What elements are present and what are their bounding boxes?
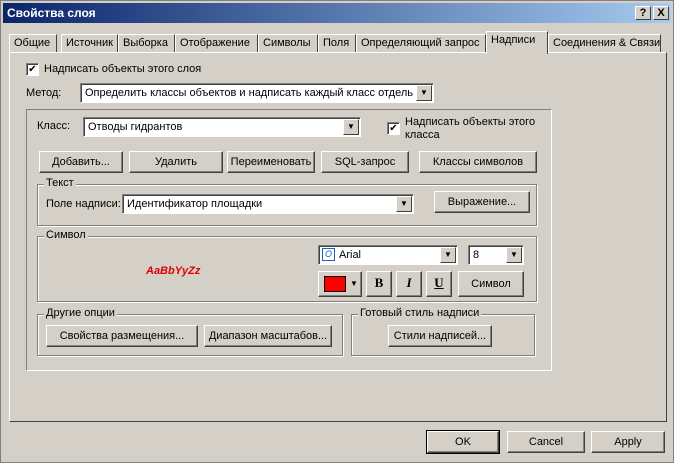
tab-definition-query[interactable]: Определяющий запрос xyxy=(356,34,486,53)
font-value: Arial xyxy=(339,249,362,261)
chevron-down-icon[interactable]: ▼ xyxy=(343,119,359,135)
add-class-button[interactable]: Добавить... xyxy=(39,151,123,173)
color-swatch xyxy=(324,276,346,292)
label-field-label: Поле надписи: xyxy=(46,198,121,210)
chevron-down-icon[interactable]: ▼ xyxy=(416,85,432,101)
text-group-legend: Текст xyxy=(44,177,76,189)
tab-source[interactable]: Источник xyxy=(61,34,118,53)
label-field-select[interactable]: Идентификатор площадки ▼ xyxy=(122,194,414,214)
label-class-label-line2: класса xyxy=(405,129,440,141)
symbol-group: Символ AaBbYyZz Arial O ▼ 8 ▼ ▼ B I U Си… xyxy=(37,229,537,302)
help-button[interactable]: ? xyxy=(635,6,651,20)
rename-class-button[interactable]: Переименовать xyxy=(227,151,315,173)
tab-selection[interactable]: Выборка xyxy=(118,34,175,53)
label-layer-checkbox[interactable]: ✔ xyxy=(26,63,39,76)
close-button[interactable]: X xyxy=(653,6,669,20)
italic-button[interactable]: I xyxy=(396,271,422,297)
font-size-value: 8 xyxy=(473,249,480,261)
truetype-font-icon: O xyxy=(322,248,335,261)
symbol-button[interactable]: Символ xyxy=(458,271,524,297)
color-picker-button[interactable]: ▼ xyxy=(318,271,362,297)
underline-button[interactable]: U xyxy=(426,271,452,297)
placement-properties-button[interactable]: Свойства размещения... xyxy=(46,325,198,347)
apply-button[interactable]: Apply xyxy=(591,431,665,453)
label-layer-label: Надписать объекты этого слоя xyxy=(44,63,202,75)
label-class-checkbox[interactable]: ✔ xyxy=(387,122,400,135)
other-options-group: Другие опции Свойства размещения... Диап… xyxy=(37,307,343,356)
font-select[interactable]: Arial O ▼ xyxy=(318,245,458,265)
labels-tab-panel: ✔ Надписать объекты этого слоя Метод: Оп… xyxy=(9,52,667,422)
symbol-group-legend: Символ xyxy=(44,229,88,241)
title-bar: Свойства слоя ? X xyxy=(3,3,671,23)
symbol-classes-button[interactable]: Классы символов xyxy=(419,151,537,173)
class-value: Отводы гидрантов xyxy=(88,121,183,133)
class-panel: Класс: Отводы гидрантов ▼ ✔ Надписать об… xyxy=(26,109,552,371)
delete-class-button[interactable]: Удалить xyxy=(129,151,223,173)
font-size-select[interactable]: 8 ▼ xyxy=(468,245,524,265)
method-label: Метод: xyxy=(26,87,62,99)
label-class-label-line1: Надписать объекты этого xyxy=(405,116,536,128)
tab-fields[interactable]: Поля xyxy=(318,34,356,53)
text-group: Текст Поле надписи: Идентификатор площад… xyxy=(37,177,537,226)
method-select[interactable]: Определить классы объектов и надписать к… xyxy=(80,83,434,103)
symbol-preview: AaBbYyZz xyxy=(146,265,201,277)
method-value: Определить классы объектов и надписать к… xyxy=(85,87,413,99)
tab-labels[interactable]: Надписи xyxy=(486,31,548,54)
class-select[interactable]: Отводы гидрантов ▼ xyxy=(83,117,361,137)
cancel-button[interactable]: Cancel xyxy=(507,431,585,453)
tab-joins-relates[interactable]: Соединения & Связи xyxy=(548,34,661,53)
other-options-legend: Другие опции xyxy=(44,307,117,319)
scale-range-button[interactable]: Диапазон масштабов... xyxy=(204,325,332,347)
class-label: Класс: xyxy=(37,120,70,132)
tab-general[interactable]: Общие xyxy=(9,34,57,53)
label-field-value: Идентификатор площадки xyxy=(127,198,263,210)
label-style-group: Готовый стиль надписи Стили надписей... xyxy=(351,307,535,356)
ok-button[interactable]: OK xyxy=(426,430,500,454)
sql-query-button[interactable]: SQL-запрос xyxy=(321,151,409,173)
expression-button[interactable]: Выражение... xyxy=(434,191,530,213)
chevron-down-icon: ▼ xyxy=(350,279,358,288)
label-styles-button[interactable]: Стили надписей... xyxy=(388,325,492,347)
layer-properties-dialog: Свойства слоя ? X Общие Источник Выборка… xyxy=(0,0,674,463)
bold-button[interactable]: B xyxy=(366,271,392,297)
label-style-legend: Готовый стиль надписи xyxy=(358,307,482,319)
tab-display[interactable]: Отображение xyxy=(175,34,258,53)
window-title: Свойства слоя xyxy=(7,6,96,20)
chevron-down-icon[interactable]: ▼ xyxy=(440,247,456,263)
chevron-down-icon[interactable]: ▼ xyxy=(396,196,412,212)
chevron-down-icon[interactable]: ▼ xyxy=(506,247,522,263)
tab-symbols[interactable]: Символы xyxy=(258,34,318,53)
